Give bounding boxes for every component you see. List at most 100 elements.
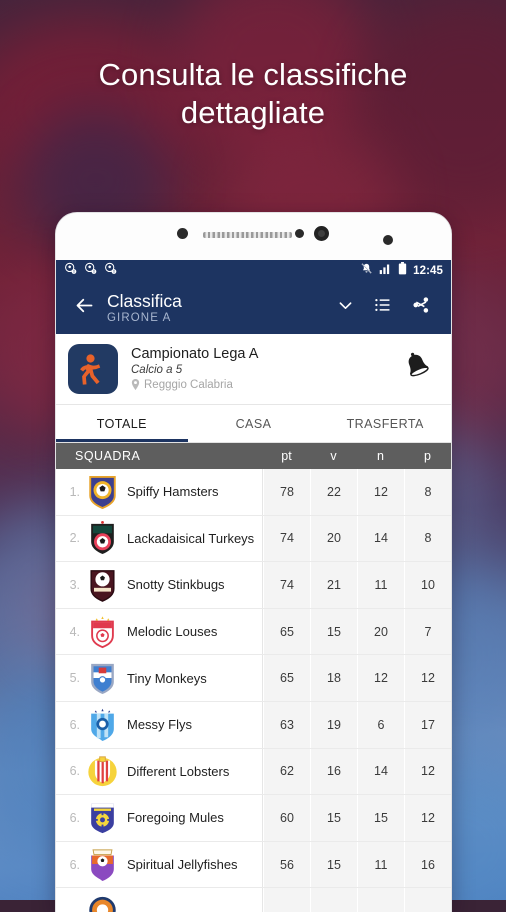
team-crest-icon: [87, 801, 118, 835]
stat-v: [310, 888, 357, 912]
stat-n: [357, 888, 404, 912]
team-crest-icon: [87, 708, 118, 742]
row-rank: 3.: [69, 577, 80, 592]
stat-p: 12: [404, 748, 451, 795]
stat-n: 12: [357, 655, 404, 701]
row-rank: 6.: [69, 810, 80, 825]
column-header-v: v: [330, 449, 337, 463]
tab-casa[interactable]: CASA: [188, 405, 320, 442]
competition-card[interactable]: Campionato Lega A Calcio a 5 Regggio Cal…: [56, 334, 451, 405]
android-status-bar: 12:45: [56, 260, 451, 281]
team-crest-icon: [87, 754, 118, 788]
mute-icon: [360, 262, 373, 280]
standings-table-header: SQUADRA pt v n p: [56, 443, 451, 469]
table-row[interactable]: 2. Lackadaisical Turkeys 74 20 14 8: [56, 515, 451, 563]
app-bar-title-block: Classifica GIRONE A: [101, 291, 326, 325]
team-name: Melodic Louses: [127, 624, 218, 640]
stat-pt: 60: [263, 795, 310, 841]
team-name: Spiritual Jellyfishes: [127, 857, 238, 873]
page-title: Classifica: [107, 290, 182, 311]
column-header-p: p: [424, 449, 431, 463]
column-header-n: n: [377, 449, 384, 463]
table-row[interactable]: [56, 888, 451, 912]
status-bar-clock: 12:45: [413, 264, 443, 277]
team-name: Snotty Stinkbugs: [127, 577, 225, 593]
soccer-notification-icon: [64, 262, 77, 280]
table-row[interactable]: 6. Messy Flys 63 19 6 17: [56, 701, 451, 749]
stat-pt: 63: [263, 701, 310, 748]
stat-v: 22: [310, 469, 357, 515]
row-rank: 5.: [69, 671, 80, 686]
team-name: Different Lobsters: [127, 763, 230, 779]
standings-tabs: TOTALE CASA TRASFERTA: [56, 405, 451, 443]
stat-n: 20: [357, 608, 404, 655]
app-logo-icon: [68, 344, 118, 394]
stat-n: 14: [357, 515, 404, 562]
signal-icon: [379, 262, 392, 280]
competition-name: Campionato Lega A: [131, 346, 259, 362]
stat-n: 15: [357, 795, 404, 841]
chevron-down-icon: [336, 296, 355, 320]
table-row[interactable]: 6. Different Lobsters 62 16 14 12: [56, 748, 451, 796]
stat-v: 18: [310, 655, 357, 701]
stat-v: 15: [310, 608, 357, 655]
table-row[interactable]: 5. Tiny Monkeys 65 18 12 12: [56, 655, 451, 702]
list-view-button[interactable]: [364, 296, 402, 319]
team-name: Tiny Monkeys: [127, 670, 207, 686]
arrow-left-icon: [74, 295, 95, 321]
promo-headline: Consulta le classifiche dettagliate: [0, 56, 506, 132]
stat-p: 8: [404, 469, 451, 515]
table-row[interactable]: 1. Spiffy Hamsters 78 22 12 8: [56, 469, 451, 516]
team-crest-icon: [87, 475, 118, 509]
light-sensor-icon: [383, 235, 393, 245]
stat-pt: 74: [263, 562, 310, 608]
stat-p: 12: [404, 655, 451, 701]
stat-n: 11: [357, 841, 404, 888]
table-row[interactable]: 4. Melodic Louses 65 15 20 7: [56, 608, 451, 656]
stat-v: 21: [310, 562, 357, 608]
stat-pt: 65: [263, 655, 310, 701]
front-camera-icon: [314, 226, 329, 241]
competition-sport: Calcio a 5: [131, 364, 183, 376]
row-rank: 4.: [69, 624, 80, 639]
stat-p: 10: [404, 562, 451, 608]
table-row[interactable]: 6. Foregoing Mules 60 15 15 12: [56, 795, 451, 842]
soccer-notification-icon: [84, 262, 97, 280]
tab-trasferta[interactable]: TRASFERTA: [319, 405, 451, 442]
team-crest-icon: [87, 568, 118, 602]
camera-icon: [177, 228, 188, 239]
stat-p: 16: [404, 841, 451, 888]
share-button[interactable]: [402, 296, 440, 319]
phone-mockup: 12:45 Classifica GIRONE A Campionato Leg…: [55, 212, 452, 912]
stat-n: 14: [357, 748, 404, 795]
back-button[interactable]: [67, 295, 101, 321]
location-pin-icon: [131, 378, 140, 393]
row-rank: 6.: [69, 764, 80, 779]
standings-table-body: 1. Spiffy Hamsters 78 22 12 8 2. Lackada…: [56, 469, 451, 912]
earpiece-speaker: [203, 232, 292, 238]
proximity-sensor-icon: [295, 229, 304, 238]
table-row[interactable]: 6. Spiritual Jellyfishes 56 15 11 16: [56, 841, 451, 889]
stat-p: 7: [404, 608, 451, 655]
table-row[interactable]: 3. Snotty Stinkbugs 74 21 11 10: [56, 562, 451, 609]
team-name: Messy Flys: [127, 717, 192, 733]
stat-v: 15: [310, 841, 357, 888]
stat-p: 17: [404, 701, 451, 748]
competition-location: Regggio Calabria: [144, 379, 233, 391]
stat-p: [404, 888, 451, 912]
team-name: Foregoing Mules: [127, 810, 224, 826]
stat-p: 12: [404, 795, 451, 841]
stat-n: 12: [357, 469, 404, 515]
stat-pt: 65: [263, 608, 310, 655]
soccer-notification-icon: [104, 262, 117, 280]
team-name: Spiffy Hamsters: [127, 484, 219, 500]
team-crest-icon: [87, 521, 118, 555]
competition-meta: Campionato Lega A Calcio a 5 Regggio Cal…: [118, 345, 395, 393]
group-selector-button[interactable]: [326, 296, 364, 320]
notification-bell-button[interactable]: [395, 351, 439, 387]
row-rank: 1.: [69, 484, 80, 499]
tab-totale[interactable]: TOTALE: [56, 405, 188, 442]
row-rank: 6.: [69, 857, 80, 872]
list-icon: [374, 296, 392, 319]
stat-n: 6: [357, 701, 404, 748]
